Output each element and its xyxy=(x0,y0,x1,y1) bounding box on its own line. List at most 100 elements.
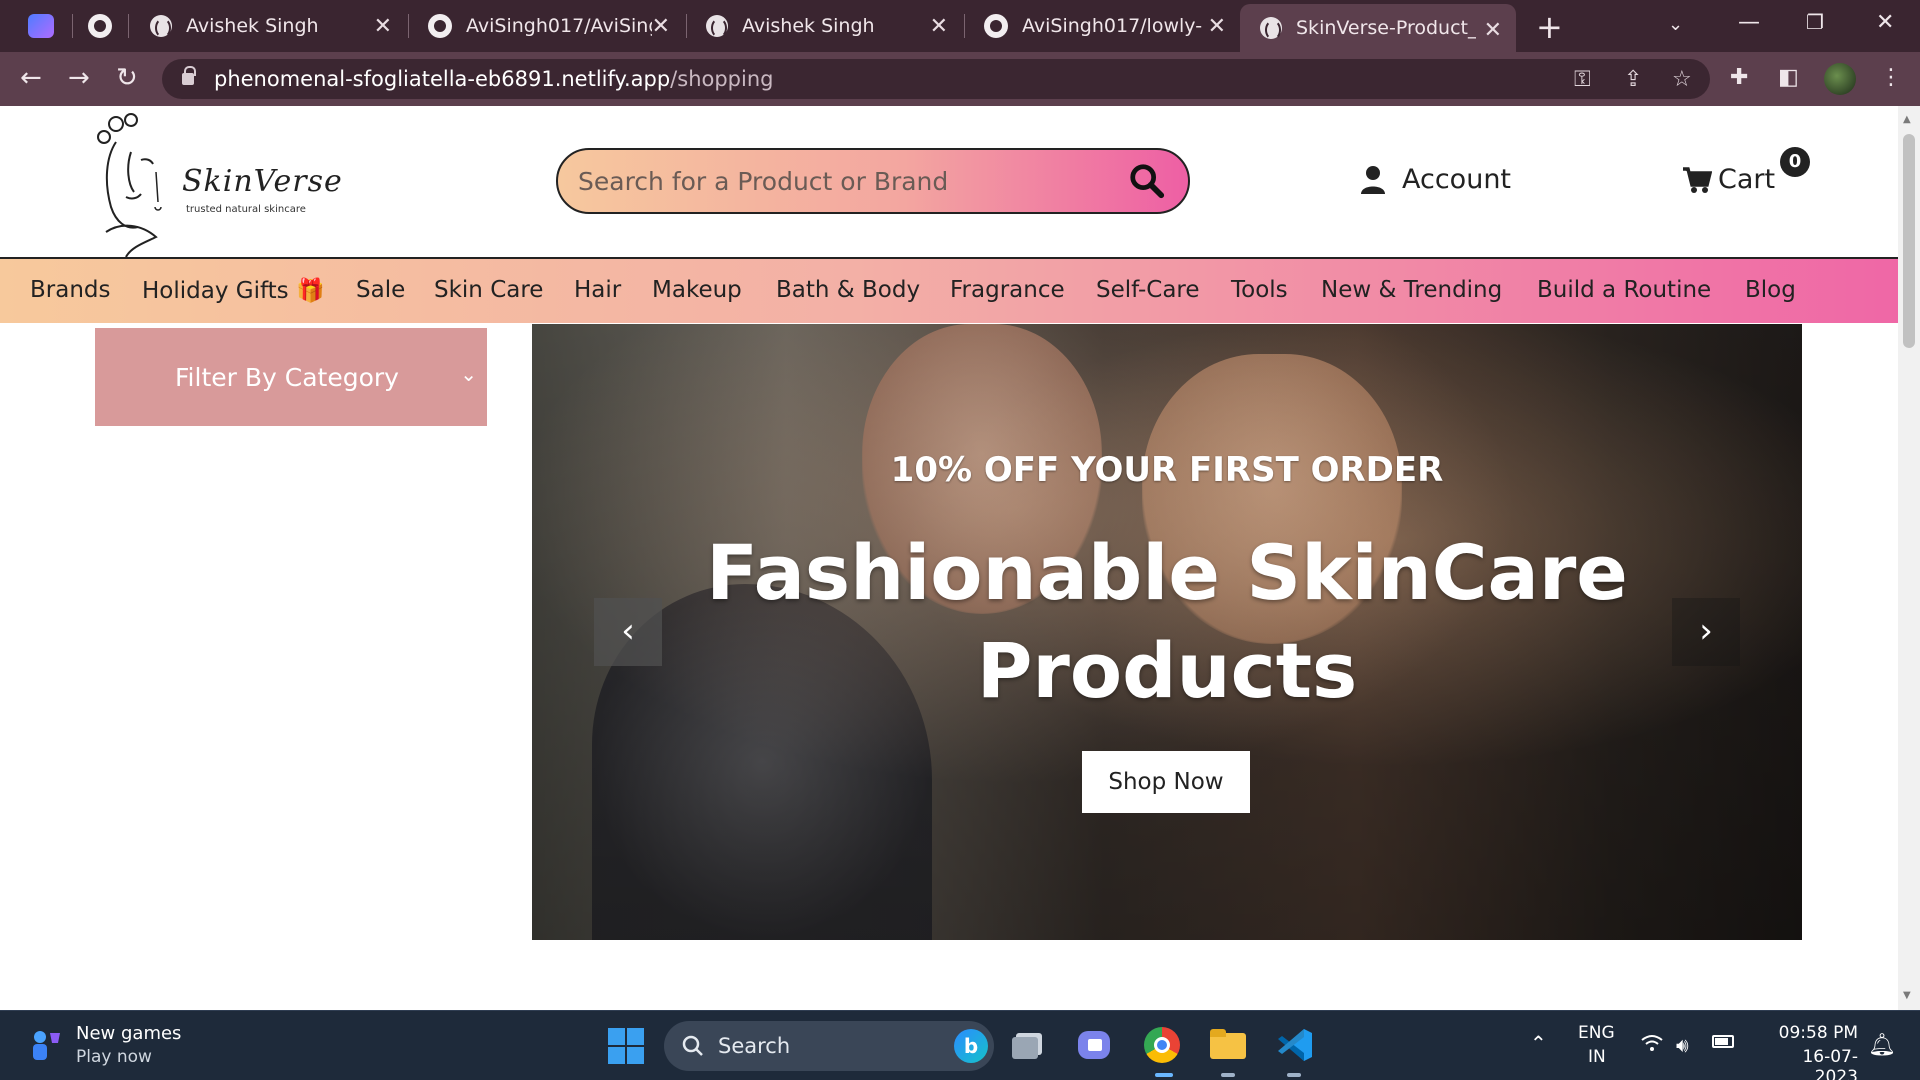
nav-makeup[interactable]: Makeup xyxy=(652,277,742,303)
tab-2[interactable]: AviSingh017/AviSingh0 ✕ xyxy=(408,0,684,52)
games-widget-icon[interactable] xyxy=(28,1027,64,1063)
carousel-prev-icon[interactable]: ‹ xyxy=(594,598,662,666)
account-label: Account xyxy=(1402,164,1512,195)
vscode-icon[interactable] xyxy=(1274,1025,1314,1065)
scroll-up-icon[interactable]: ▲ xyxy=(1903,114,1911,125)
close-icon[interactable]: ✕ xyxy=(1208,14,1226,39)
file-explorer-icon[interactable] xyxy=(1208,1025,1248,1065)
nav-blog[interactable]: Blog xyxy=(1745,277,1796,303)
cart-count-badge: 0 xyxy=(1780,147,1810,177)
search-icon[interactable] xyxy=(1128,162,1166,200)
widget-subtitle[interactable]: Play now xyxy=(76,1047,152,1067)
github-icon xyxy=(984,14,1008,38)
explorer-running-indicator xyxy=(1221,1073,1235,1077)
window-close-icon[interactable]: ✕ xyxy=(1876,10,1894,35)
nav-tools[interactable]: Tools xyxy=(1231,277,1288,303)
forward-icon[interactable]: → xyxy=(68,64,90,92)
tab-title: SkinVerse-Product_page xyxy=(1296,17,1476,39)
tab-separator xyxy=(72,14,73,38)
scroll-down-icon[interactable]: ▼ xyxy=(1903,990,1911,1001)
nav-new-trending[interactable]: New & Trending xyxy=(1321,277,1502,303)
menu-kebab-icon[interactable]: ⋮ xyxy=(1880,65,1902,90)
language-indicator-bottom[interactable]: IN xyxy=(1588,1047,1606,1067)
nav-skin-care[interactable]: Skin Care xyxy=(434,277,543,303)
close-icon[interactable]: ✕ xyxy=(930,14,948,39)
nav-build-routine[interactable]: Build a Routine xyxy=(1537,277,1711,303)
shop-now-button[interactable]: Shop Now xyxy=(1082,751,1250,813)
share-icon[interactable]: ⇪ xyxy=(1624,67,1642,92)
side-panel-icon[interactable]: ◧ xyxy=(1778,65,1799,90)
logo-tagline: trusted natural skincare xyxy=(186,204,306,215)
nav-brands[interactable]: Brands xyxy=(30,277,111,303)
logo-wordmark: SkinVerse xyxy=(182,164,343,199)
taskbar-search[interactable]: Search b xyxy=(664,1021,994,1071)
vscode-running-indicator xyxy=(1287,1073,1301,1077)
profile-avatar[interactable] xyxy=(1824,63,1856,95)
tab-search-chevron-icon[interactable]: ⌄ xyxy=(1668,14,1683,35)
nav-hair[interactable]: Hair xyxy=(574,277,621,303)
new-tab-icon[interactable]: + xyxy=(1536,8,1563,46)
lock-icon[interactable] xyxy=(182,66,196,85)
minimize-icon[interactable]: — xyxy=(1738,10,1760,35)
tab-5-active[interactable]: SkinVerse-Product_page ✕ xyxy=(1240,4,1516,52)
github-icon xyxy=(428,14,452,38)
nav-fragrance[interactable]: Fragrance xyxy=(950,277,1065,303)
back-icon[interactable]: ← xyxy=(20,64,42,92)
task-view-icon[interactable] xyxy=(1010,1025,1050,1065)
cart-link[interactable]: Cart xyxy=(1682,164,1775,195)
close-icon[interactable]: ✕ xyxy=(1484,18,1502,43)
account-link[interactable]: Account xyxy=(1360,164,1511,195)
url-host: phenomenal-sfogliatella-eb6891.netlify.a… xyxy=(214,67,671,91)
globe-icon xyxy=(150,15,172,38)
extensions-icon[interactable]: ✚ xyxy=(1730,65,1748,90)
page-scrollbar[interactable]: ▲ ▼ xyxy=(1898,106,1920,1010)
github-pinned-icon[interactable] xyxy=(88,14,112,38)
nav-bath-body[interactable]: Bath & Body xyxy=(776,277,920,303)
address-bar[interactable]: phenomenal-sfogliatella-eb6891.netlify.a… xyxy=(162,59,1710,99)
taskbar-search-label: Search xyxy=(718,1034,791,1058)
site-logo[interactable]: SkinVerse trusted natural skincare xyxy=(86,112,356,262)
password-key-icon[interactable]: ⚿ xyxy=(1574,67,1591,92)
scrollbar-thumb[interactable] xyxy=(1903,134,1915,348)
wifi-icon[interactable] xyxy=(1640,1033,1664,1058)
reload-icon[interactable]: ↻ xyxy=(116,64,138,92)
chrome-icon[interactable] xyxy=(1142,1025,1182,1065)
globe-icon xyxy=(706,15,728,38)
face-line-art-icon xyxy=(97,113,162,258)
url-path: /shopping xyxy=(670,67,774,91)
tab-3[interactable]: Avishek Singh ✕ xyxy=(686,0,962,52)
user-icon xyxy=(1361,165,1385,194)
show-hidden-icons-chevron-icon[interactable]: ⌃ xyxy=(1530,1031,1547,1055)
category-nav: Brands Holiday Gifts 🎁 Sale Skin Care Ha… xyxy=(0,257,1898,323)
hero-title: Fashionable SkinCare Products xyxy=(706,528,1628,715)
widget-title[interactable]: New games xyxy=(76,1023,181,1044)
bing-icon[interactable]: b xyxy=(954,1029,988,1063)
nav-sale[interactable]: Sale xyxy=(356,277,405,303)
bookmark-star-icon[interactable]: ☆ xyxy=(1672,67,1692,92)
nav-self-care[interactable]: Self-Care xyxy=(1096,277,1200,303)
volume-icon[interactable]: 🔊︎ xyxy=(1676,1033,1689,1057)
windows-start-icon[interactable] xyxy=(608,1028,644,1064)
clock-time[interactable]: 09:58 PM xyxy=(1778,1023,1858,1043)
nav-holiday-gifts[interactable]: Holiday Gifts 🎁 xyxy=(142,277,325,304)
notification-bell-icon[interactable]: 🔔︎ xyxy=(1868,1033,1896,1058)
filter-by-category-dropdown[interactable]: Filter By Category ⌄ xyxy=(95,328,487,426)
tab-4[interactable]: AviSingh017/lowly-view ✕ xyxy=(964,0,1240,52)
hero-carousel: 10% OFF YOUR FIRST ORDER Fashionable Ski… xyxy=(532,324,1802,940)
language-indicator-top[interactable]: ENG xyxy=(1578,1023,1615,1043)
battery-icon[interactable] xyxy=(1712,1035,1734,1048)
search-icon xyxy=(682,1035,703,1056)
tab-1[interactable]: Avishek Singh ✕ xyxy=(130,0,406,52)
shopping-cart-icon xyxy=(1683,166,1712,193)
browser-app-icon[interactable] xyxy=(28,14,54,38)
teams-chat-icon[interactable] xyxy=(1074,1025,1114,1065)
close-icon[interactable]: ✕ xyxy=(374,14,392,39)
search-input[interactable] xyxy=(578,166,1108,196)
chrome-active-indicator xyxy=(1155,1073,1173,1077)
restore-icon[interactable]: ❐ xyxy=(1806,10,1824,34)
carousel-next-icon[interactable]: › xyxy=(1672,598,1740,666)
close-icon[interactable]: ✕ xyxy=(652,14,670,39)
tab-title: Avishek Singh xyxy=(742,15,875,37)
clock-date[interactable]: 16-07-2023 xyxy=(1760,1047,1858,1080)
chevron-down-icon: ⌄ xyxy=(460,362,477,386)
